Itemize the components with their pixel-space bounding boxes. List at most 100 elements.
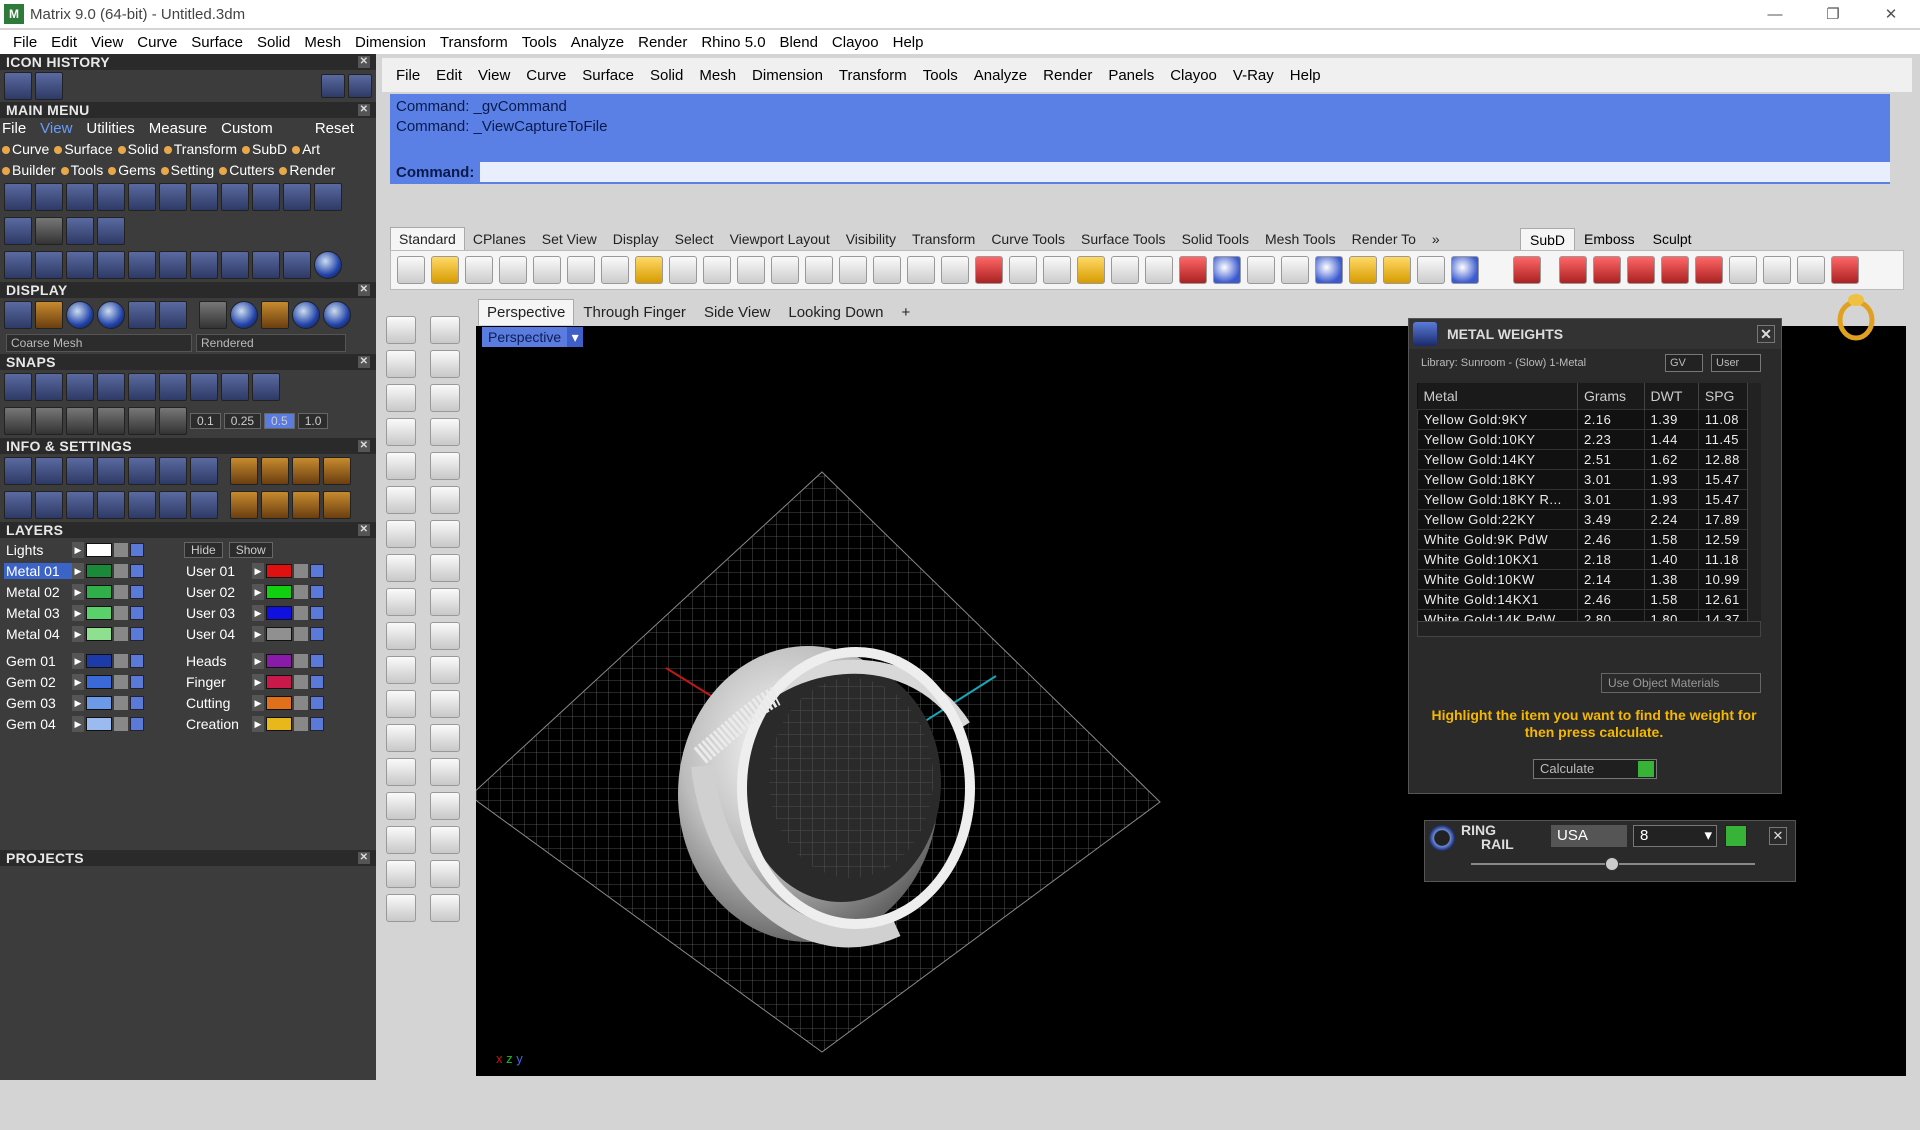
grid-array-icon[interactable] — [386, 826, 416, 854]
undo-icon[interactable] — [669, 256, 697, 284]
rhino-menu-item[interactable]: Clayoo — [1162, 67, 1225, 84]
new-file-icon[interactable] — [397, 256, 425, 284]
arc-icon[interactable] — [386, 452, 416, 480]
rhino-menu-item[interactable]: Render — [1035, 67, 1100, 84]
layer-row[interactable]: Metal 01 ▶ — [4, 561, 184, 580]
tool-icon[interactable] — [283, 183, 311, 211]
close-icon[interactable]: ✕ — [358, 104, 370, 116]
tool-icon[interactable] — [221, 251, 249, 279]
mm-tab-view[interactable]: View — [40, 120, 72, 137]
info-tool-icon[interactable] — [190, 491, 218, 519]
show-all-button[interactable]: Show — [228, 541, 273, 558]
display-mode-icon[interactable] — [66, 301, 94, 329]
tab-sculpt[interactable]: Sculpt — [1644, 228, 1701, 250]
table-row[interactable]: White Gold:9K PdW 2.46 1.58 12.59 — [1417, 528, 1758, 550]
display-mode-icon[interactable] — [35, 301, 63, 329]
mm-cutters[interactable]: Cutters — [219, 162, 274, 178]
tool-icon[interactable] — [128, 251, 156, 279]
apply-button[interactable] — [1725, 825, 1747, 847]
four-view-icon[interactable] — [941, 256, 969, 284]
menu-clayoo[interactable]: Clayoo — [825, 34, 886, 51]
menu-file[interactable]: File — [6, 34, 44, 51]
toolbar-tab[interactable]: Mesh Tools — [1257, 228, 1344, 250]
user-toggle[interactable]: User — [1711, 354, 1761, 372]
mesh-icon[interactable] — [386, 588, 416, 616]
rhino-menu-item[interactable]: Surface — [574, 67, 642, 84]
menu-rhino5[interactable]: Rhino 5.0 — [694, 34, 772, 51]
analyze-icon[interactable] — [386, 860, 416, 888]
zoom-window-icon[interactable] — [805, 256, 833, 284]
toolbar-tab[interactable]: Display — [605, 228, 667, 250]
pan-hand-icon[interactable] — [703, 256, 731, 284]
close-icon[interactable]: ✕ — [358, 356, 370, 368]
display-mode-icon[interactable] — [199, 301, 227, 329]
tab-emboss[interactable]: Emboss — [1575, 228, 1644, 250]
col-grams[interactable]: Grams — [1577, 383, 1645, 409]
tab-subd[interactable]: SubD — [1520, 228, 1576, 250]
mm-setting[interactable]: Setting — [161, 162, 215, 178]
menu-view[interactable]: View — [84, 34, 130, 51]
render-icon[interactable] — [430, 894, 460, 922]
rhino-menu-item[interactable]: Help — [1282, 67, 1329, 84]
table-row[interactable]: White Gold:10KW 2.14 1.38 10.99 — [1417, 568, 1758, 590]
arrow-left-icon[interactable] — [321, 74, 345, 98]
info-tool-icon[interactable] — [190, 457, 218, 485]
mm-reset[interactable]: Reset — [315, 120, 354, 137]
tool-icon[interactable] — [97, 251, 125, 279]
zoom-extents-icon[interactable] — [839, 256, 867, 284]
rotate-view-icon[interactable] — [907, 256, 935, 284]
snap-icon[interactable] — [252, 373, 280, 401]
cut-icon[interactable] — [567, 256, 595, 284]
tool-icon[interactable] — [66, 183, 94, 211]
fillet-curve-icon[interactable] — [430, 690, 460, 718]
rhino-menu-item[interactable]: Mesh — [691, 67, 744, 84]
shield-icon[interactable] — [1179, 256, 1207, 284]
info-tool-icon[interactable] — [97, 491, 125, 519]
snap-icon[interactable] — [221, 373, 249, 401]
display-mode-icon[interactable] — [323, 301, 351, 329]
box-icon[interactable] — [386, 520, 416, 548]
table-row[interactable]: White Gold:10KX1 2.18 1.40 11.18 — [1417, 548, 1758, 570]
toolbar-tab[interactable]: Set View — [534, 228, 605, 250]
trim-icon[interactable] — [386, 622, 416, 650]
snap-value[interactable]: 0.25 — [223, 413, 262, 429]
surface-icon[interactable] — [386, 486, 416, 514]
table-row[interactable]: Yellow Gold:22KY 3.49 2.24 17.89 — [1417, 508, 1758, 530]
rhino-menu-item[interactable]: Panels — [1100, 67, 1162, 84]
calculate-button[interactable]: Calculate — [1533, 759, 1657, 779]
rhino-menu-item[interactable]: V-Ray — [1225, 67, 1282, 84]
display-mode-icon[interactable] — [230, 301, 258, 329]
rhino-menu-item[interactable]: View — [470, 67, 518, 84]
display-mode-icon[interactable] — [261, 301, 289, 329]
display-mode-icon[interactable] — [97, 301, 125, 329]
minimize-button[interactable]: — — [1746, 0, 1804, 28]
snap-icon[interactable] — [35, 407, 63, 435]
settings-gear-icon[interactable] — [1383, 256, 1411, 284]
mesh-quality-select[interactable]: Coarse Mesh — [6, 334, 192, 352]
menu-transform[interactable]: Transform — [433, 34, 515, 51]
mm-curve[interactable]: Curve — [2, 141, 49, 157]
loft-icon[interactable] — [430, 486, 460, 514]
more-tabs-button[interactable]: » — [1424, 228, 1448, 250]
display-mode-icon[interactable] — [292, 301, 320, 329]
polyline-icon[interactable] — [386, 350, 416, 378]
close-icon[interactable]: ✕ — [358, 440, 370, 452]
zoom-icon[interactable] — [771, 256, 799, 284]
close-icon[interactable]: ✕ — [358, 852, 370, 864]
tool-icon[interactable] — [35, 183, 63, 211]
tool-icon[interactable] — [314, 183, 342, 211]
info-tool-icon[interactable] — [323, 491, 351, 519]
mm-tab-file[interactable]: File — [2, 120, 26, 137]
tool-icon[interactable] — [66, 217, 94, 245]
rhino-menu-item[interactable]: File — [388, 67, 428, 84]
copy-icon[interactable] — [601, 256, 629, 284]
history-tool-icon[interactable] — [4, 72, 32, 100]
tool-icon[interactable] — [4, 183, 32, 211]
table-row[interactable]: Yellow Gold:9KY 2.16 1.39 11.08 — [1417, 408, 1758, 430]
ring-size-standard[interactable]: USA — [1551, 825, 1627, 847]
table-row[interactable]: Yellow Gold:10KY 2.23 1.44 11.45 — [1417, 428, 1758, 450]
ring-rail-slider-handle[interactable] — [1605, 857, 1619, 871]
zoom-selected-icon[interactable] — [873, 256, 901, 284]
subd-tool-icon[interactable] — [1627, 256, 1655, 284]
mm-tab-measure[interactable]: Measure — [149, 120, 207, 137]
